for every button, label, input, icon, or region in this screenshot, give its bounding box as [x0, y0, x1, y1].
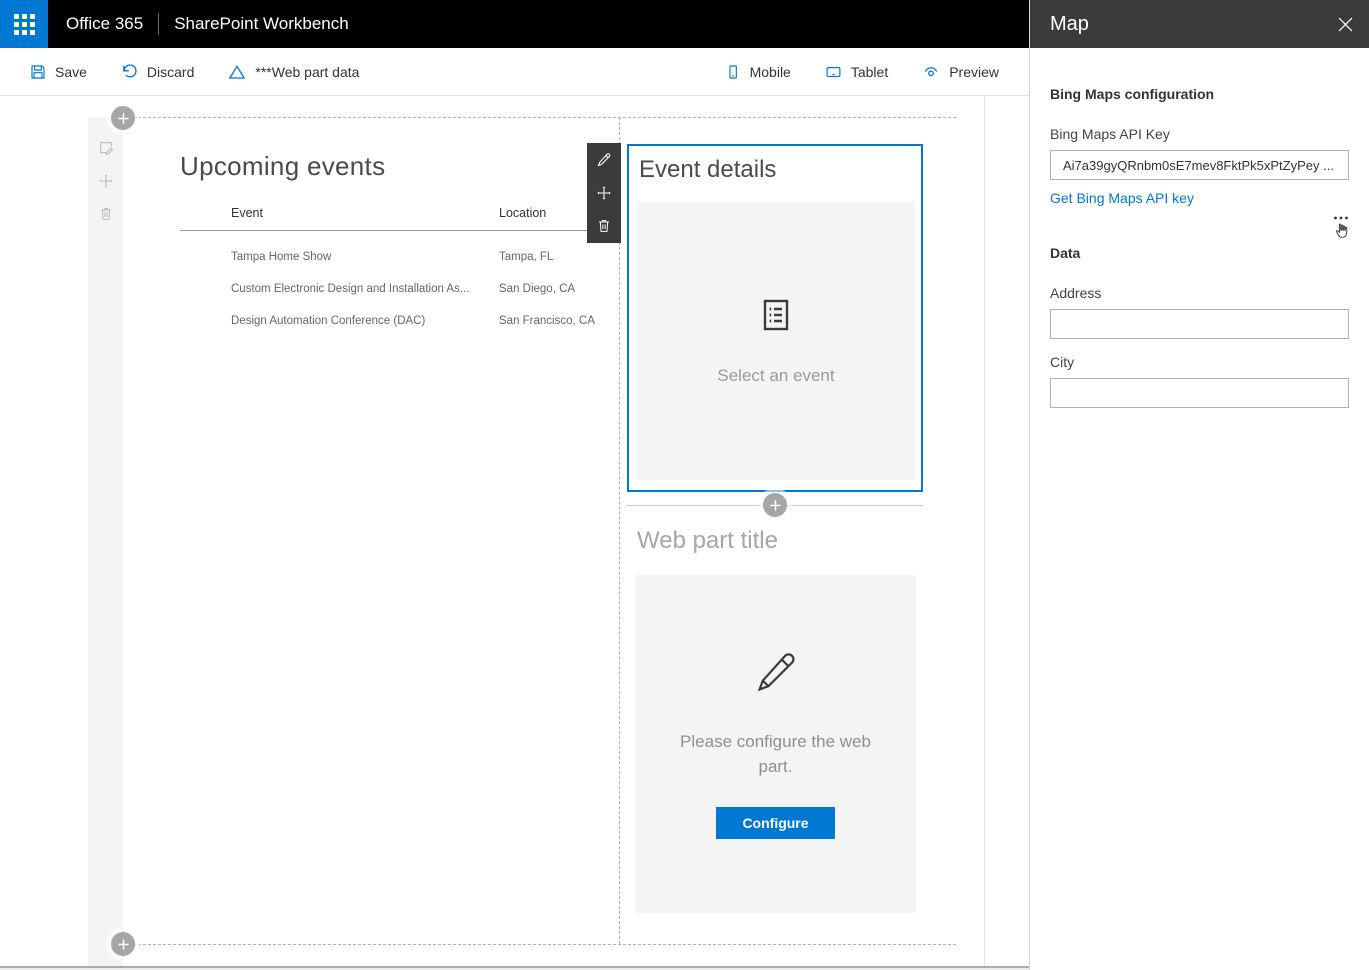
document-list-icon	[758, 297, 794, 338]
location-cell: Tampa, FL	[499, 251, 554, 263]
api-key-input[interactable]	[1050, 150, 1349, 180]
event-details-placeholder: Select an event	[637, 202, 915, 480]
section-toolbar	[98, 140, 114, 222]
app-title: SharePoint Workbench	[174, 14, 349, 33]
preview-eye-icon	[922, 63, 940, 81]
configure-message: Please configure the web part.	[680, 731, 871, 776]
save-icon	[30, 64, 46, 80]
move-webpart-icon[interactable]	[596, 185, 612, 201]
section-move-icon[interactable]	[98, 173, 114, 189]
select-event-text: Select an event	[717, 365, 835, 385]
property-panel-body: Bing Maps configuration Bing Maps API Ke…	[1030, 48, 1369, 408]
event-cell: Custom Electronic Design and Installatio…	[231, 283, 470, 295]
section-border-top	[123, 117, 956, 118]
edit-webpart-icon[interactable]	[596, 152, 612, 168]
address-label: Address	[1050, 285, 1102, 301]
more-ellipsis-icon[interactable]	[1333, 212, 1349, 222]
get-api-key-link[interactable]: Get Bing Maps API key	[1050, 190, 1194, 206]
plus-icon	[117, 112, 129, 124]
suite-bar: Office 365 SharePoint Workbench	[0, 0, 1029, 48]
webpart-data-button[interactable]: ***Web part data	[228, 63, 359, 81]
property-panel: Map Bing Maps configuration Bing Maps AP…	[1029, 0, 1369, 970]
plus-icon	[769, 499, 781, 511]
event-details-webpart[interactable]: Event details Select an event	[627, 144, 923, 492]
location-cell: San Francisco, CA	[499, 315, 595, 327]
webpart-toolbar	[587, 143, 621, 243]
city-label: City	[1050, 354, 1075, 370]
discard-button[interactable]: Discard	[121, 63, 194, 80]
bing-maps-config-heading: Bing Maps configuration	[1050, 86, 1215, 102]
section-edit-icon[interactable]	[98, 140, 114, 156]
brand-divider	[158, 13, 160, 35]
preview-button[interactable]: Preview	[922, 63, 999, 81]
event-details-title: Event details	[639, 156, 777, 183]
add-section-top-button[interactable]	[111, 106, 135, 130]
table-row: Design Automation Conference (DAC) San F…	[180, 315, 612, 327]
section-border-bottom	[123, 944, 956, 945]
map-webpart-title: Web part title	[637, 527, 778, 554]
tablet-icon	[825, 63, 842, 80]
mobile-label: Mobile	[749, 63, 791, 80]
section-rail	[88, 117, 123, 966]
add-webpart-button[interactable]	[763, 493, 787, 517]
command-bar: Save Discard ***Web part data Mobile Tab…	[0, 48, 1029, 96]
api-key-label: Bing Maps API Key	[1050, 126, 1170, 142]
property-panel-title: Map	[1050, 12, 1089, 35]
warning-triangle-icon	[228, 63, 246, 81]
location-cell: San Diego, CA	[499, 283, 576, 295]
property-panel-header: Map	[1030, 0, 1369, 48]
plus-icon	[117, 938, 129, 950]
table-row: Tampa Home Show Tampa, FL	[180, 251, 612, 263]
mobile-preview-button[interactable]: Mobile	[725, 64, 791, 80]
mobile-icon	[725, 64, 741, 80]
brand-title: Office 365	[66, 14, 144, 33]
event-cell: Tampa Home Show	[231, 251, 332, 263]
pencil-icon	[752, 649, 800, 702]
add-section-bottom-button[interactable]	[111, 932, 135, 956]
app-launcher-button[interactable]	[0, 0, 48, 48]
workbench-root: Office 365 SharePoint Workbench Save Dis…	[0, 0, 1369, 970]
undo-icon	[121, 63, 138, 80]
section-delete-icon[interactable]	[98, 206, 114, 222]
map-webpart-placeholder: Please configure the web part. Configure	[635, 575, 916, 913]
column-header-event: Event	[231, 206, 263, 220]
preview-label: Preview	[949, 63, 999, 80]
address-input[interactable]	[1050, 309, 1349, 339]
save-button[interactable]: Save	[30, 64, 87, 80]
data-heading: Data	[1050, 245, 1081, 261]
waffle-icon	[13, 13, 35, 35]
tablet-label: Tablet	[850, 63, 889, 80]
tablet-preview-button[interactable]: Tablet	[825, 63, 888, 80]
delete-webpart-icon[interactable]	[596, 218, 612, 234]
upcoming-events-table: Event Location Tampa Home Show Tampa, FL…	[180, 206, 612, 327]
table-header-row: Event Location	[180, 206, 612, 231]
close-icon[interactable]	[1338, 17, 1353, 32]
event-cell: Design Automation Conference (DAC)	[231, 315, 426, 327]
city-input[interactable]	[1050, 378, 1349, 408]
webpart-data-label: ***Web part data	[255, 63, 360, 80]
table-row: Custom Electronic Design and Installatio…	[180, 283, 612, 295]
upcoming-events-title: Upcoming events	[180, 151, 386, 181]
save-label: Save	[55, 63, 87, 80]
discard-label: Discard	[146, 63, 195, 80]
configure-button[interactable]: Configure	[716, 807, 835, 840]
